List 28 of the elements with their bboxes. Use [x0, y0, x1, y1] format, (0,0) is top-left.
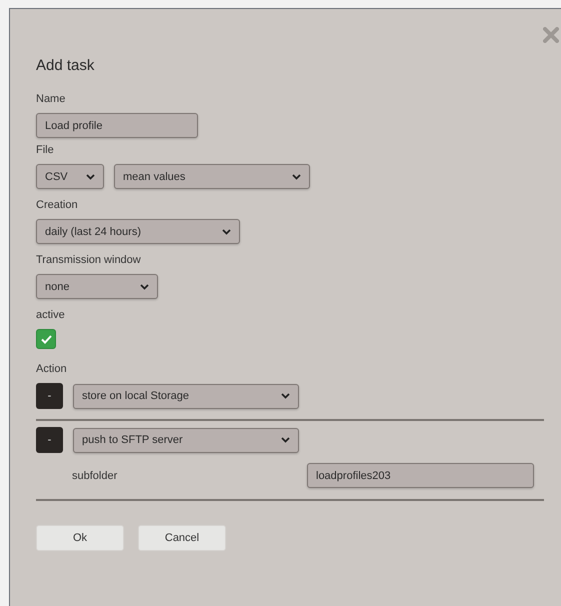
dropdown-select[interactable]: mean values [114, 164, 310, 189]
cancel-button[interactable]: Cancel [138, 525, 226, 551]
chevron-down-icon [281, 437, 290, 443]
dropdown-select[interactable]: CSV [36, 164, 104, 189]
dropdown-select[interactable]: none [36, 274, 158, 299]
dialog-title: Add task [36, 57, 96, 74]
input-field[interactable]: loadprofiles203 [307, 463, 534, 488]
remove-button[interactable]: - [36, 427, 63, 453]
field-label: File [36, 144, 55, 158]
check-icon [40, 334, 52, 344]
chevron-down-icon [222, 228, 231, 234]
field-label: Name [36, 93, 66, 107]
field-label: Creation [36, 199, 79, 213]
remove-button[interactable]: - [36, 383, 63, 409]
field-label: Action [36, 363, 68, 377]
chevron-down-icon [140, 284, 149, 290]
checkbox[interactable] [36, 329, 56, 349]
input-field[interactable]: Load profile [36, 113, 198, 138]
chevron-down-icon [86, 174, 95, 180]
field-label: Transmission window [36, 254, 142, 268]
dropdown-select[interactable]: store on local Storage [73, 384, 299, 408]
dropdown-select[interactable]: daily (last 24 hours) [36, 219, 240, 244]
field-label: active [36, 309, 66, 323]
dropdown-select[interactable]: push to SFTP server [73, 428, 299, 452]
field-label: subfolder [72, 470, 118, 482]
chevron-down-icon [292, 174, 301, 180]
chevron-down-icon [281, 393, 290, 399]
ok-button[interactable]: Ok [36, 525, 124, 551]
